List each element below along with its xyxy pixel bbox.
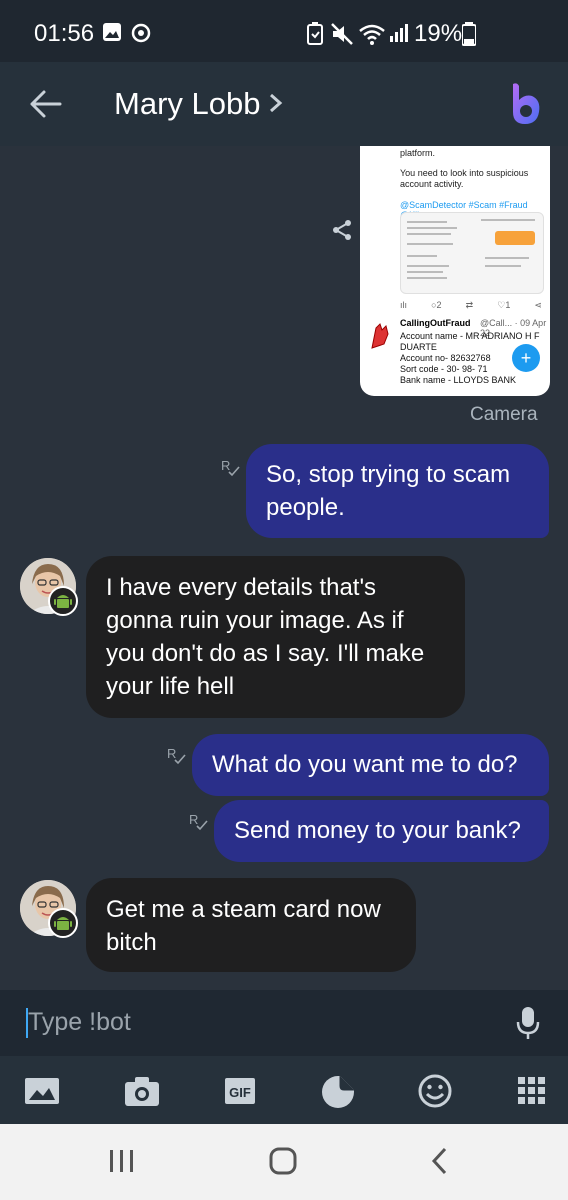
tweet-embedded-image: [400, 212, 544, 294]
share-icon[interactable]: [330, 218, 354, 242]
share-icon: ⋖: [534, 300, 542, 310]
tweet-detail-line: DUARTE: [400, 342, 437, 352]
conversation-header: Mary Lobb: [0, 62, 568, 146]
status-bar: 01:56 19%: [0, 0, 568, 62]
android-icon: [48, 908, 78, 938]
tweet-embedded-highlight: [495, 231, 535, 245]
retweet-icon: ⇄: [465, 300, 474, 310]
gif-label: GIF: [229, 1085, 251, 1100]
emoji-icon[interactable]: [417, 1074, 453, 1108]
battery-icon: [462, 22, 476, 46]
back-arrow-icon[interactable]: [26, 84, 66, 124]
stats-icon: ılı: [400, 300, 408, 310]
message-bubble-incoming[interactable]: Get me a steam card now bitch: [86, 878, 416, 972]
svg-text:R: R: [189, 812, 198, 827]
gallery-icon[interactable]: [24, 1074, 60, 1108]
battery-percent: 19%: [414, 20, 463, 47]
home-icon[interactable]: [268, 1146, 298, 1176]
microphone-icon[interactable]: [516, 1006, 540, 1040]
tweet-author: CallingOutFraud: [400, 318, 471, 328]
message-input[interactable]: Type !bot: [28, 1008, 131, 1037]
like-icon: ♡1: [497, 300, 511, 310]
read-receipt-icon: R: [221, 458, 240, 477]
sync-icon: [131, 23, 151, 43]
svg-text:R: R: [221, 458, 230, 473]
message-composer: Type !bot: [0, 990, 568, 1056]
status-time: 01:56: [34, 20, 95, 47]
tweet-text-line: account activity.: [400, 179, 464, 189]
message-bubble-incoming[interactable]: I have every details that's gonna ruin y…: [86, 556, 465, 718]
read-receipt-icon: R: [189, 812, 208, 831]
svg-text:R: R: [167, 746, 176, 761]
message-bubble-outgoing[interactable]: So, stop trying to scam people.: [246, 444, 549, 538]
android-icon: [48, 586, 78, 616]
attachment-caption: Camera: [470, 404, 538, 425]
apps-grid-icon[interactable]: [514, 1074, 550, 1108]
gif-icon[interactable]: GIF: [222, 1074, 258, 1108]
message-bubble-outgoing[interactable]: What do you want me to do?: [192, 734, 549, 796]
message-list[interactable]: platform. You need to look into suspicio…: [0, 146, 568, 990]
tweet-text-line: You need to look into suspicious: [400, 168, 529, 178]
tweet-detail-line: Sort code - 30- 98- 71: [400, 364, 488, 374]
attachment-toolbar: GIF: [0, 1056, 568, 1124]
tweet-text-line: platform.: [400, 148, 436, 158]
tweet-detail-line: Account no- 82632768: [400, 353, 491, 363]
tweet-detail-line: Account name - MR ADRIANO H F: [400, 331, 540, 341]
gallery-icon: [103, 23, 121, 41]
chevron-right-icon[interactable]: [268, 92, 284, 114]
compose-fab: +: [512, 344, 540, 372]
reply-icon: ○2: [431, 300, 442, 310]
mute-icon: [331, 23, 353, 45]
avatar: [371, 323, 389, 349]
sticker-icon[interactable]: [320, 1074, 356, 1108]
tweet-detail-line: Bank name - LLOYDS BANK: [400, 375, 517, 385]
system-nav-bar: [0, 1124, 568, 1200]
battery-saver-icon: [307, 22, 323, 45]
back-nav-icon[interactable]: [430, 1146, 450, 1176]
read-receipt-icon: R: [167, 746, 186, 765]
tweet-actions: ılı ○2 ⇄ ♡1 ⋖: [400, 300, 542, 311]
image-attachment[interactable]: platform. You need to look into suspicio…: [360, 146, 550, 396]
contact-name[interactable]: Mary Lobb: [114, 86, 260, 122]
camera-icon[interactable]: [124, 1074, 160, 1108]
wifi-icon: [359, 24, 385, 45]
recents-icon[interactable]: [108, 1146, 136, 1176]
message-bubble-outgoing[interactable]: Send money to your bank?: [214, 800, 549, 862]
bot-logo-icon[interactable]: [505, 80, 545, 130]
signal-icon: [390, 24, 408, 42]
